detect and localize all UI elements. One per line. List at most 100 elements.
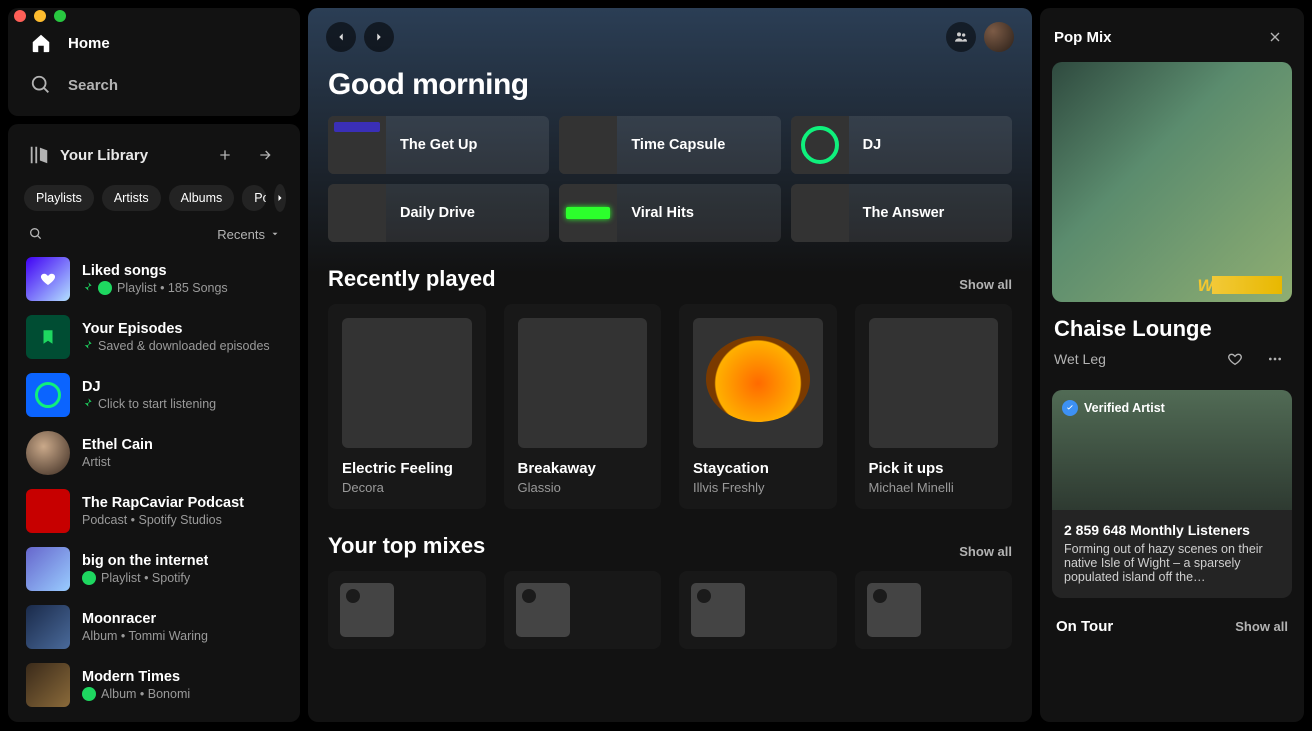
nav-panel: Home Search [8, 8, 300, 116]
library-item-subtitle: Click to start listening [82, 397, 216, 411]
media-card[interactable]: StaycationIllvis Freshly [679, 304, 837, 509]
library-item[interactable]: Modern TimesAlbum • Bonomi [20, 656, 288, 714]
recently-played-heading[interactable]: Recently played [328, 266, 959, 292]
window-controls [14, 10, 66, 22]
quick-picks-grid: The Get Up Time Capsule DJ Daily Drive Viral… [328, 116, 1012, 242]
friend-activity-button[interactable] [946, 22, 976, 52]
quick-pick-art [328, 184, 386, 242]
recently-played-show-all[interactable]: Show all [959, 277, 1012, 292]
like-track-button[interactable] [1220, 344, 1250, 374]
artist-card[interactable]: Verified Artist 2 859 648 Monthly Listen… [1052, 390, 1292, 598]
recently-played-row: Electric FeelingDecoraBreakawayGlassioSt… [328, 304, 1012, 509]
on-tour-show-all[interactable]: Show all [1235, 619, 1288, 634]
library-item[interactable]: Ethel CainArtist [20, 424, 288, 482]
media-card-subtitle: Glassio [518, 480, 648, 495]
library-search-button[interactable] [28, 226, 44, 242]
verified-artist-badge: Verified Artist [1062, 400, 1165, 416]
quick-pick-title: DJ [863, 137, 882, 153]
library-sort-button[interactable]: Recents [217, 227, 280, 242]
quick-pick[interactable]: The Answer [791, 184, 1012, 242]
library-item-title: Ethel Cain [82, 437, 153, 453]
now-playing-artist[interactable]: Wet Leg [1054, 351, 1210, 367]
library-item-thumb [26, 489, 70, 533]
media-card-cover [342, 318, 472, 448]
nav-home-label: Home [68, 35, 110, 52]
chip-albums[interactable]: Albums [169, 185, 235, 211]
left-sidebar: Home Search Your Library Playlists Artis… [8, 8, 300, 722]
close-panel-button[interactable] [1260, 22, 1290, 52]
quick-pick[interactable]: DJ [791, 116, 1012, 174]
media-card[interactable]: BreakawayGlassio [504, 304, 662, 509]
quick-pick-art [791, 116, 849, 174]
mix-card[interactable] [504, 571, 662, 649]
nav-forward-button[interactable] [364, 22, 394, 52]
now-playing-title[interactable]: Chaise Lounge [1040, 302, 1304, 344]
quick-pick[interactable]: Daily Drive [328, 184, 549, 242]
library-item-thumb [26, 373, 70, 417]
library-item[interactable]: Liked songs Playlist • 185 Songs [20, 250, 288, 308]
quick-pick-title: The Get Up [400, 137, 477, 153]
mix-card[interactable] [328, 571, 486, 649]
library-icon[interactable] [28, 144, 50, 166]
nav-back-button[interactable] [326, 22, 356, 52]
quick-pick-art [791, 184, 849, 242]
mix-card[interactable] [679, 571, 837, 649]
monthly-listeners: 2 859 648 Monthly Listeners [1064, 522, 1280, 538]
media-card[interactable]: Electric FeelingDecora [328, 304, 486, 509]
library-item[interactable]: DJ Click to start listening [20, 366, 288, 424]
more-options-button[interactable] [1260, 344, 1290, 374]
library-item-thumb [26, 315, 70, 359]
create-playlist-button[interactable] [210, 140, 240, 170]
close-window-button[interactable] [14, 10, 26, 22]
library-item[interactable]: MoonracerAlbum • Tommi Waring [20, 598, 288, 656]
on-tour-heading[interactable]: On Tour [1056, 618, 1235, 635]
nav-search[interactable]: Search [26, 64, 282, 106]
library-item-title: DJ [82, 379, 216, 395]
pin-icon [82, 339, 93, 353]
library-item-subtitle: Playlist • 185 Songs [82, 281, 228, 295]
library-item-subtitle: Playlist • Spotify [82, 571, 208, 585]
main-view: Good morning The Get Up Time Capsule DJ Dai… [308, 8, 1032, 722]
library-item[interactable]: The RapCaviar Podcast Podcast • Spotify S… [20, 482, 288, 540]
chip-playlists[interactable]: Playlists [24, 185, 94, 211]
library-item[interactable]: big on the internetPlaylist • Spotify [20, 540, 288, 598]
library-panel: Your Library Playlists Artists Albums Po… [8, 124, 300, 722]
now-playing-context[interactable]: Pop Mix [1054, 29, 1260, 46]
mix-card[interactable] [855, 571, 1013, 649]
greeting-heading: Good morning [328, 68, 1012, 102]
library-item-title: The RapCaviar Podcast [82, 495, 244, 511]
verified-artist-label: Verified Artist [1084, 401, 1165, 415]
library-item-title: Your Episodes [82, 321, 270, 337]
quick-pick-title: Daily Drive [400, 205, 475, 221]
expand-library-button[interactable] [250, 140, 280, 170]
quick-pick[interactable]: Time Capsule [559, 116, 780, 174]
home-icon [30, 32, 52, 54]
quick-pick-title: Viral Hits [631, 205, 694, 221]
media-card-subtitle: Michael Minelli [869, 480, 999, 495]
top-mixes-show-all[interactable]: Show all [959, 544, 1012, 559]
media-card-title: Pick it ups [869, 460, 999, 477]
library-item[interactable]: Your EpisodesSaved & downloaded episodes [20, 308, 288, 366]
library-item-title: Liked songs [82, 263, 228, 279]
quick-pick-art [559, 116, 617, 174]
chip-artists[interactable]: Artists [102, 185, 161, 211]
quick-pick[interactable]: Viral Hits [559, 184, 780, 242]
now-playing-panel: Pop Mix WET LEG Chaise Lounge Wet Leg Ve… [1040, 8, 1304, 722]
library-item-subtitle: Album • Bonomi [82, 687, 190, 701]
top-mixes-heading[interactable]: Your top mixes [328, 533, 959, 559]
profile-avatar[interactable] [984, 22, 1014, 52]
library-item-subtitle: Podcast • Spotify Studios [82, 513, 244, 527]
nav-home[interactable]: Home [26, 22, 282, 64]
quick-pick[interactable]: The Get Up [328, 116, 549, 174]
media-card[interactable]: Pick it ups Michael Minelli [855, 304, 1013, 509]
top-bar [308, 8, 1032, 66]
chip-podcasts[interactable]: Podcasts [242, 185, 266, 211]
library-item-thumb [26, 605, 70, 649]
minimize-window-button[interactable] [34, 10, 46, 22]
library-title[interactable]: Your Library [60, 147, 200, 164]
maximize-window-button[interactable] [54, 10, 66, 22]
app-window: Home Search Your Library Playlists Artis… [0, 0, 1312, 731]
now-playing-cover[interactable]: WET LEG [1052, 62, 1292, 302]
chip-scroll-right[interactable] [274, 184, 286, 212]
pin-icon [82, 281, 93, 295]
